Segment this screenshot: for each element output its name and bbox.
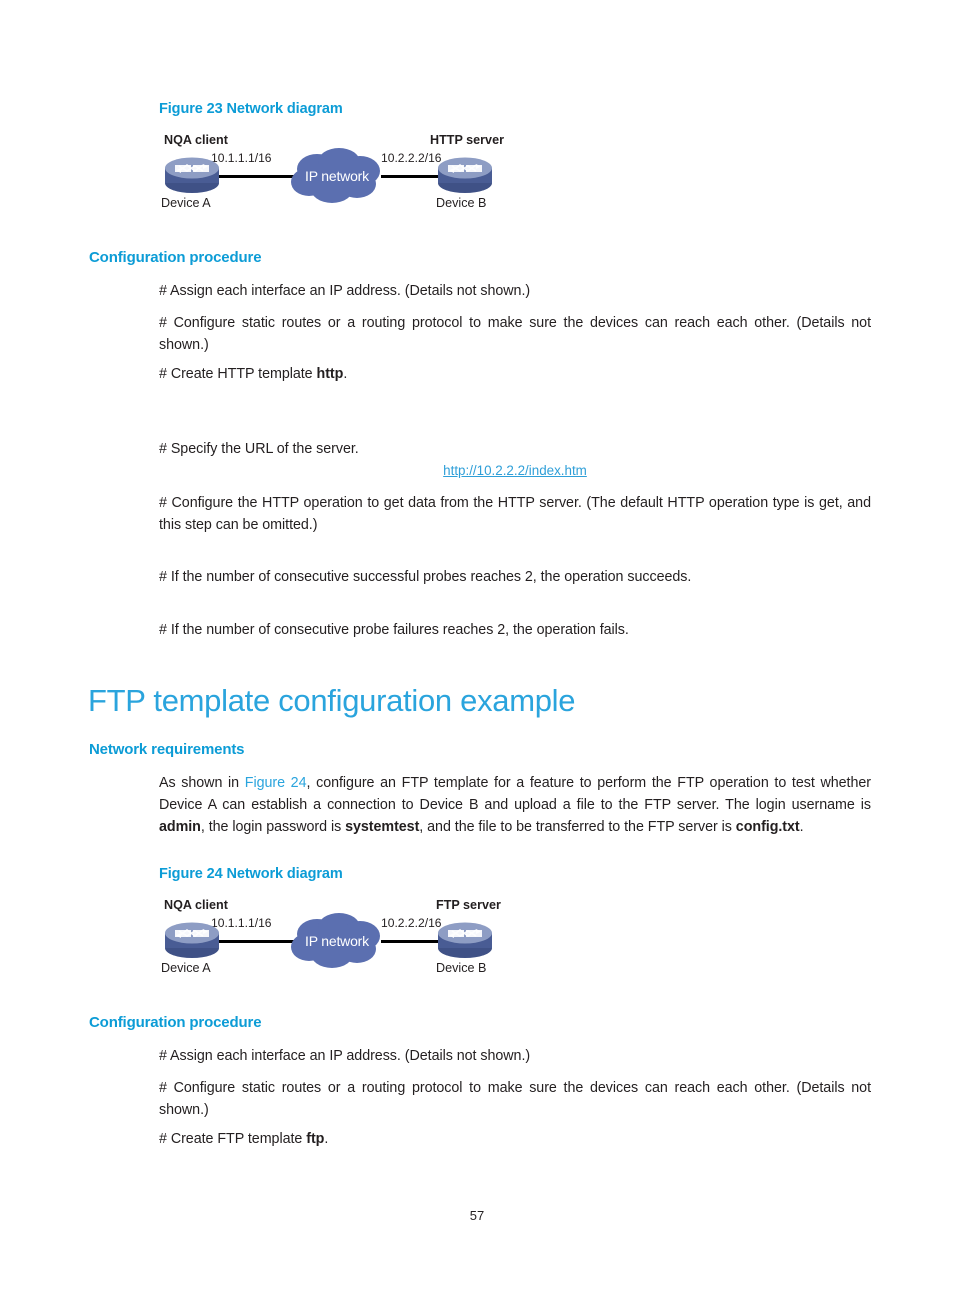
ip-network-label: IP network	[305, 168, 369, 184]
figure-24-reference[interactable]: Figure 24	[245, 775, 307, 791]
nqa-client-label-2: NQA client	[164, 898, 228, 912]
proc1-line-assign-ip: # Assign each interface an IP address. (…	[159, 283, 531, 299]
req-text-part-1: As shown in	[159, 775, 245, 791]
create-http-template-post: .	[343, 366, 348, 382]
req-text-part-5: .	[799, 819, 804, 836]
server-url-link[interactable]: http://10.2.2.2/index.htm	[443, 463, 587, 478]
router-icon-device-b	[436, 155, 494, 193]
configuration-procedure-heading-2: Configuration procedure	[89, 1014, 262, 1031]
configuration-procedure-heading-1: Configuration procedure	[89, 249, 262, 266]
http-server-label: HTTP server	[430, 133, 504, 147]
network-requirements-paragraph: As shown in Figure 24, configure an FTP …	[159, 772, 871, 838]
router-icon-device-a	[163, 155, 221, 193]
right-ip-address-2: 10.2.2.2/16	[381, 916, 442, 930]
ftp-keyword: ftp	[306, 1131, 325, 1147]
nqa-client-label: NQA client	[164, 133, 228, 147]
proc1-line-specify-url: # Specify the URL of the server.	[159, 441, 359, 457]
right-ip-address: 10.2.2.2/16	[381, 151, 442, 165]
network-requirements-heading: Network requirements	[89, 741, 245, 758]
link-line-left-2	[215, 940, 295, 943]
proc1-line-successful-probes: # If the number of consecutive successfu…	[159, 569, 692, 585]
proc1-line-create-template: # Create HTTP template http.	[159, 363, 871, 385]
create-ftp-template-pre: # Create FTP template	[159, 1131, 307, 1147]
device-b-label-2: Device B	[436, 961, 487, 975]
transfer-file-value: config.txt	[735, 819, 800, 836]
req-text-part-4: , and the file to be transferred to the …	[419, 819, 736, 836]
proc1-line-http-get: # Configure the HTTP operation to get da…	[159, 495, 871, 534]
router-icon-device-b-2	[436, 920, 494, 958]
document-page: Figure 23 Network diagram NQA client HTT…	[0, 0, 954, 1296]
device-b-label: Device B	[436, 196, 487, 210]
ip-network-cloud-2: IP network	[287, 912, 387, 970]
link-line-left	[215, 175, 295, 178]
http-keyword: http	[316, 366, 344, 382]
req-text-part-3: , the login password is	[200, 819, 346, 836]
router-icon-device-a-2	[163, 920, 221, 958]
create-http-template-pre: # Create HTTP template	[159, 366, 317, 382]
proc2-line-create-template: # Create FTP template ftp.	[159, 1128, 871, 1150]
login-username-value: admin	[159, 819, 201, 836]
proc1-line-static-routes: # Configure static routes or a routing p…	[159, 315, 871, 354]
figure-24-caption: Figure 24 Network diagram	[159, 866, 343, 882]
link-line-right-2	[381, 940, 441, 943]
device-a-label: Device A	[161, 196, 211, 210]
ip-network-label-2: IP network	[305, 933, 369, 949]
proc2-line-static-routes: # Configure static routes or a routing p…	[159, 1080, 871, 1119]
proc2-line-assign-ip: # Assign each interface an IP address. (…	[159, 1048, 531, 1064]
ftp-server-label: FTP server	[436, 898, 501, 912]
proc1-line-probe-failures: # If the number of consecutive probe fai…	[159, 622, 629, 638]
url-link-wrapper: http://10.2.2.2/index.htm	[159, 462, 871, 480]
link-line-right	[381, 175, 441, 178]
login-password-value: systemtest	[345, 819, 420, 836]
section-title-ftp-template: FTP template configuration example	[88, 683, 576, 718]
figure-23-network-diagram: NQA client HTTP server 10.1.1.1/16 10.2.…	[160, 130, 560, 220]
page-number: 57	[469, 1208, 485, 1223]
figure-24-network-diagram: NQA client FTP server 10.1.1.1/16 10.2.2…	[160, 895, 560, 985]
figure-23-caption: Figure 23 Network diagram	[159, 101, 343, 117]
device-a-label-2: Device A	[161, 961, 211, 975]
ip-network-cloud: IP network	[287, 147, 387, 205]
create-ftp-template-post: .	[324, 1131, 329, 1147]
